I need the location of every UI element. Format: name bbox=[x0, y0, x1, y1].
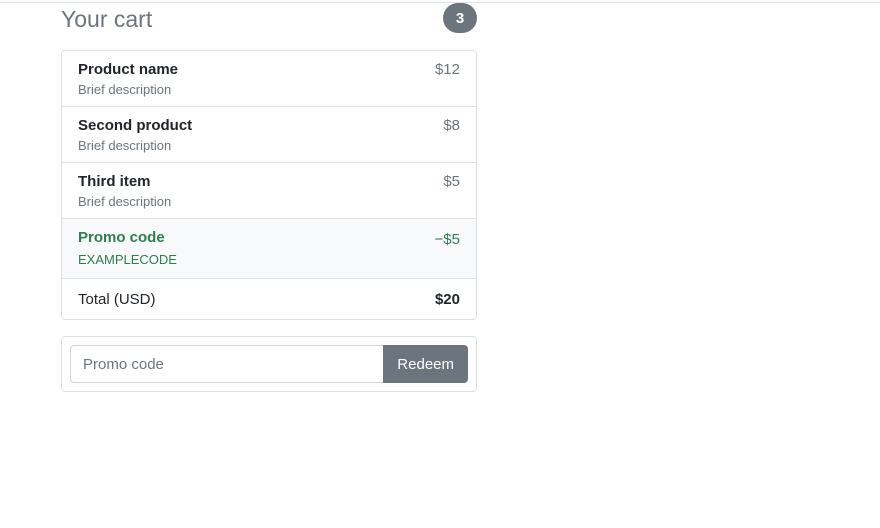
total-row: Total (USD) $20 bbox=[62, 279, 476, 319]
total-value: $20 bbox=[434, 290, 460, 308]
promo-text: Promo code EXAMPLECODE bbox=[78, 219, 177, 269]
cart-title: Your cart bbox=[61, 6, 153, 32]
item-price: $8 bbox=[443, 117, 460, 134]
item-description: Brief description bbox=[78, 138, 172, 153]
promo-code-value: EXAMPLECODE bbox=[78, 252, 177, 267]
redeem-form: Redeem bbox=[61, 336, 477, 392]
redeem-button[interactable]: Redeem bbox=[383, 345, 468, 383]
promo-discount: −$5 bbox=[434, 231, 460, 248]
item-name: Second product bbox=[78, 117, 193, 134]
promo-row: Promo code EXAMPLECODE −$5 bbox=[62, 219, 476, 279]
item-price: $5 bbox=[443, 173, 460, 190]
item-text: Third item Brief description bbox=[78, 163, 171, 211]
promo-label: Promo code bbox=[78, 229, 165, 246]
total-label: Total (USD) bbox=[78, 290, 156, 308]
promo-code-input[interactable] bbox=[70, 345, 384, 383]
cart-item-list: Product name Brief description $12 Secon… bbox=[61, 50, 477, 320]
item-text: Product name Brief description bbox=[78, 51, 178, 99]
list-item: Second product Brief description $8 bbox=[62, 107, 476, 163]
cart-count-badge: 3 bbox=[443, 3, 477, 33]
item-name: Product name bbox=[78, 61, 179, 78]
list-item: Product name Brief description $12 bbox=[62, 51, 476, 107]
cart-header: Your cart 3 bbox=[61, 0, 477, 38]
item-description: Brief description bbox=[78, 194, 172, 209]
item-text: Second product Brief description bbox=[78, 107, 192, 155]
item-description: Brief description bbox=[78, 82, 172, 97]
list-item: Third item Brief description $5 bbox=[62, 163, 476, 219]
item-price: $12 bbox=[434, 61, 460, 78]
cart-panel: Your cart 3 Product name Brief descripti… bbox=[61, 0, 477, 392]
item-name: Third item bbox=[78, 173, 151, 190]
